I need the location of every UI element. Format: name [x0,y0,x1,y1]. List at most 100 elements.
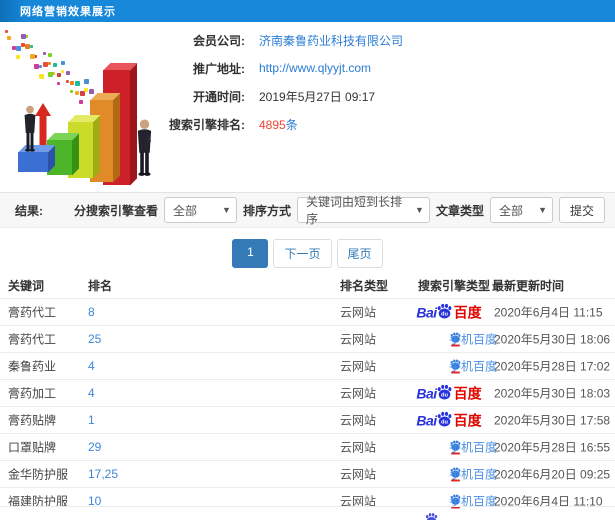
engine-select[interactable]: 全部 ▼ [163,197,237,223]
rank-type-cell: 云网站 [340,440,377,455]
rank-link[interactable]: 4 [88,386,95,400]
svg-text:du: du [441,312,448,318]
updated-cell: 2020年6月4日 11:15 [494,305,603,320]
confetti-dot [47,71,53,77]
businessman-figure-left [24,105,36,152]
svg-text:du: du [441,393,448,399]
keyword-cell: 口罩贴牌 [8,440,57,455]
table-row: 膏药加工 4 云网站 Bai du 百度 2020年5月30日 18:03 [0,379,615,406]
confetti-dot [25,44,31,50]
keyword-cell: 金华防护服 [8,467,69,482]
rank-link[interactable]: 4 [88,359,95,373]
updated-cell: 2020年5月28日 17:02 [494,359,611,374]
col-rank: 排名 [88,279,113,293]
confetti-dot [48,53,53,58]
keyword-cell: 膏药贴牌 [8,413,57,428]
info-label: 搜索引擎排名: [169,117,245,132]
confetti-dot [11,45,16,50]
keyword-cell: 秦鲁药业 [8,359,57,374]
info-row: 推广地址: http://www.qlyyjt.com [160,54,600,82]
sort-select[interactable]: 关键词由短到长排序 ▼ [296,195,430,226]
confetti-dot [16,46,22,52]
engine-select-value: 全部 [172,203,197,218]
col-rank-type: 排名类型 [340,279,389,293]
confetti-dot [70,89,74,93]
confetti-dot [7,35,12,40]
confetti-dot [43,61,49,67]
table-row: 金华防护服 17,25 云网站 手机百度 2020年6月20日 09:25 [0,460,615,487]
page-1-button[interactable]: 1 [232,239,269,268]
confetti-dot [5,30,8,33]
confetti-dot [16,55,21,60]
confetti-dot [65,70,70,75]
rank-type-cell: 云网站 [340,386,377,401]
confetti-dot [56,82,60,86]
rank-link[interactable]: 17,25 [88,467,118,481]
confetti-dot [65,79,69,83]
info-label: 推广地址: [193,61,245,76]
app-title-bar: 网络营销效果展示 [0,0,615,22]
confetti-dot [38,73,44,79]
updated-cell: 2020年5月30日 18:06 [494,332,611,347]
info-label: 会员公司: [193,33,245,48]
table-row: 膏药代工 8 云网站 Bai du 百度 2020年6月4日 11:15 [0,298,615,325]
table-row: 口罩贴牌 29 云网站 手机百度 2020年5月28日 16:55 [0,433,615,460]
rank-type-cell: 云网站 [340,467,377,482]
results-label: 结果: [15,203,43,218]
confetti-dot [70,80,75,85]
info-value: 济南秦鲁药业科技有限公司 [259,32,403,49]
member-info-panel: 会员公司: 济南秦鲁药业科技有限公司 推广地址: http://www.qlyyjt.… [160,26,600,138]
baidu-paw-icon: du [437,411,452,427]
confetti-dot [61,70,65,74]
table-body: 膏药代工 8 云网站 Bai du 百度 2020年6月4日 11:15 膏药代… [0,298,615,514]
rank-link[interactable]: 8 [88,305,95,319]
info-value-link[interactable]: http://www.qlyyjt.com [259,61,371,75]
confetti-dot [29,44,33,48]
keyword-cell: 膏药代工 [8,332,57,347]
confetti-dot [43,52,47,56]
rank-link[interactable]: 1 [88,413,95,427]
keyword-cell: 膏药加工 [8,386,57,401]
next-page-button[interactable]: 下一页 [273,239,332,268]
confetti-dot [57,73,61,77]
rank-type-cell: 云网站 [340,359,377,374]
updated-cell: 2020年5月28日 16:55 [494,440,611,455]
baidu-paw-icon [424,512,439,520]
table-row: 福建防护服 10 云网站 手机百度 2020年6月4日 11:10 [0,487,615,514]
confetti-dot [34,63,40,69]
confetti-dot [34,54,38,58]
sort-filter-label: 排序方式 [242,203,291,218]
info-row: 搜索引擎排名: 4895条 [160,110,600,138]
confetti-dot [20,34,26,40]
svg-text:du: du [441,420,448,426]
marketing-report-page: 网络营销效果展示 会员公司: 济南秦鲁药业科技有限公司 推广地址: http:/… [0,0,615,520]
baidu-paw-icon: du [437,384,452,400]
confetti-dot [84,79,90,85]
table-header: 关键词 排名 排名类型 搜索引擎类型 最新更新时间 [0,270,615,298]
confetti-dot [79,91,85,97]
updated-cell: 2020年5月30日 17:58 [494,413,611,428]
page-title: 网络营销效果展示 [20,6,116,18]
rank-type-cell: 云网站 [340,332,377,347]
chevron-down-icon: ▼ [538,205,547,215]
article-type-select[interactable]: 全部 ▼ [489,197,553,223]
rank-link[interactable]: 25 [88,332,101,346]
keyword-cell: 膏药代工 [8,305,57,320]
last-page-button[interactable]: 尾页 [336,239,383,268]
confetti-dot [52,63,57,68]
rank-link[interactable]: 29 [88,440,101,454]
baidu-pc-logo: Bai du 百度 [416,303,482,320]
table-row: 膏药代工 25 云网站 手机百度 2020年5月30日 18:06 [0,325,615,352]
updated-cell: 2020年5月30日 18:03 [494,386,611,401]
chevron-down-icon: ▼ [222,205,231,215]
confetti-dot [83,88,88,93]
confetti-dot [79,100,84,105]
result-count: 4895 [259,117,286,132]
confetti-dot [52,72,56,76]
submit-button[interactable]: 提交 [558,197,605,223]
confetti-dot [61,60,66,65]
info-value-link[interactable]: 济南秦鲁药业科技有限公司 [259,34,403,48]
baidu-pc-logo: Bai du 百度 [416,411,482,428]
chart-illustration [5,30,175,185]
confetti-dot [75,81,81,87]
